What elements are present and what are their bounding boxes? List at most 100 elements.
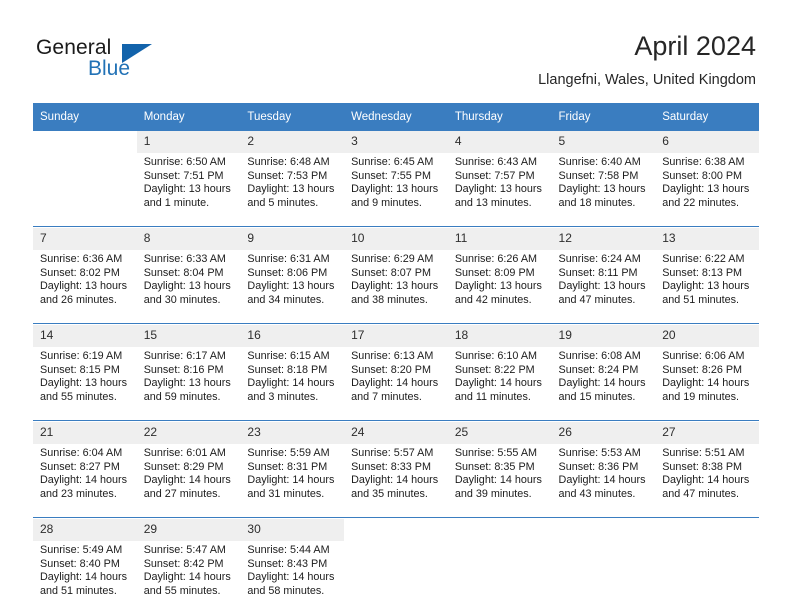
- daylight-text-line2: and 55 minutes.: [143, 584, 221, 597]
- daylight-text-line2: and 7 minutes.: [351, 390, 422, 403]
- calendar-day-cell[interactable]: 16 Sunrise: 6:15 AM Sunset: 8:18 PM Dayligh…: [240, 325, 345, 413]
- calendar-day-cell[interactable]: 8 Sunrise: 6:33 AM Sunset: 8:04 PM Daylight…: [136, 228, 241, 316]
- day-number: 22: [136, 422, 241, 444]
- calendar-day-cell[interactable]: 14 Sunrise: 6:19 AM Sunset: 8:15 PM Dayligh…: [33, 325, 137, 413]
- sunrise-text: Sunrise: 6:50 AM: [143, 156, 226, 168]
- day-cell-inner: 19 Sunrise: 6:08 AM Sunset: 8:24 PM Dayligh…: [551, 325, 656, 413]
- calendar-day-cell[interactable]: 27 Sunrise: 5:51 AM Sunset: 8:38 PM Dayligh…: [655, 422, 759, 510]
- calendar-day-cell[interactable]: 18 Sunrise: 6:10 AM Sunset: 8:22 PM Dayligh…: [447, 325, 552, 413]
- week-spacer: [33, 316, 759, 324]
- daylight-text-line1: Daylight: 14 hours: [351, 377, 439, 390]
- day-info: Sunrise: 6:26 AM Sunset: 8:09 PM Daylight:…: [448, 250, 552, 307]
- sunset-text: Sunset: 8:00 PM: [662, 169, 743, 182]
- sunrise-text: Sunrise: 6:24 AM: [558, 253, 641, 265]
- calendar-day-cell[interactable]: 13 Sunrise: 6:22 AM Sunset: 8:13 PM Dayligh…: [655, 228, 759, 316]
- calendar-day-cell[interactable]: 1 Sunrise: 6:50 AM Sunset: 7:51 PM Daylight…: [136, 131, 241, 219]
- sunrise-text: Sunrise: 6:33 AM: [143, 253, 226, 265]
- calendar-day-cell[interactable]: 20 Sunrise: 6:06 AM Sunset: 8:26 PM Dayligh…: [655, 325, 759, 413]
- sunrise-text: Sunrise: 6:40 AM: [558, 156, 641, 168]
- day-info: Sunrise: 6:10 AM Sunset: 8:22 PM Daylight:…: [448, 347, 552, 404]
- day-cell-inner: 11 Sunrise: 6:26 AM Sunset: 8:09 PM Dayligh…: [447, 228, 552, 316]
- calendar-day-cell[interactable]: 3 Sunrise: 6:45 AM Sunset: 7:55 PM Daylight…: [344, 131, 448, 219]
- calendar-day-cell[interactable]: 11 Sunrise: 6:26 AM Sunset: 8:09 PM Dayligh…: [447, 228, 552, 316]
- day-cell-inner: 3 Sunrise: 6:45 AM Sunset: 7:55 PM Daylight…: [344, 131, 448, 219]
- sunset-text: Sunset: 8:40 PM: [40, 557, 120, 570]
- sunset-text: Sunset: 8:22 PM: [454, 363, 535, 376]
- calendar-day-cell[interactable]: 24 Sunrise: 5:57 AM Sunset: 8:33 PM Dayligh…: [344, 422, 448, 510]
- calendar-week-row: 1 Sunrise: 6:50 AM Sunset: 7:51 PM Daylight…: [33, 131, 759, 219]
- daylight-text-line1: Daylight: 14 hours: [143, 474, 231, 487]
- sunset-text: Sunset: 7:57 PM: [454, 169, 535, 182]
- day-cell-inner: 14 Sunrise: 6:19 AM Sunset: 8:15 PM Dayligh…: [33, 325, 137, 413]
- general-blue-logo[interactable]: General Blue: [36, 36, 236, 86]
- calendar-day-cell[interactable]: 19 Sunrise: 6:08 AM Sunset: 8:24 PM Dayligh…: [551, 325, 656, 413]
- day-cell-inner: 15 Sunrise: 6:17 AM Sunset: 8:16 PM Dayligh…: [136, 325, 241, 413]
- day-number: 28: [33, 519, 137, 541]
- daylight-text-line1: Daylight: 13 hours: [351, 183, 439, 196]
- calendar-day-cell[interactable]: 7 Sunrise: 6:36 AM Sunset: 8:02 PM Daylight…: [33, 228, 137, 316]
- calendar-day-cell[interactable]: 6 Sunrise: 6:38 AM Sunset: 8:00 PM Daylight…: [655, 131, 759, 219]
- calendar-day-cell[interactable]: 23 Sunrise: 5:59 AM Sunset: 8:31 PM Dayligh…: [240, 422, 345, 510]
- calendar-day-cell[interactable]: 26 Sunrise: 5:53 AM Sunset: 8:36 PM Dayligh…: [551, 422, 656, 510]
- day-cell-inner: 20 Sunrise: 6:06 AM Sunset: 8:26 PM Dayligh…: [655, 325, 759, 413]
- calendar-day-cell[interactable]: 10 Sunrise: 6:29 AM Sunset: 8:07 PM Dayligh…: [344, 228, 448, 316]
- calendar-header-row: Sunday Monday Tuesday Wednesday Thursday…: [33, 103, 759, 131]
- day-info: Sunrise: 6:45 AM Sunset: 7:55 PM Daylight:…: [344, 153, 448, 210]
- calendar-day-cell[interactable]: 30 Sunrise: 5:44 AM Sunset: 8:43 PM Dayligh…: [240, 519, 345, 607]
- calendar-day-cell[interactable]: 15 Sunrise: 6:17 AM Sunset: 8:16 PM Dayligh…: [136, 325, 241, 413]
- daylight-text-line1: Daylight: 13 hours: [558, 280, 646, 293]
- sunrise-text: Sunrise: 6:31 AM: [247, 253, 330, 265]
- sunset-text: Sunset: 8:35 PM: [454, 460, 535, 473]
- day-info: Sunrise: 6:01 AM Sunset: 8:29 PM Daylight:…: [137, 444, 241, 501]
- calendar-day-cell[interactable]: 21 Sunrise: 6:04 AM Sunset: 8:27 PM Dayligh…: [33, 422, 137, 510]
- sunrise-text: Sunrise: 6:10 AM: [454, 350, 538, 362]
- day-cell-inner: 17 Sunrise: 6:13 AM Sunset: 8:20 PM Dayligh…: [344, 325, 448, 413]
- daylight-text-line2: and 19 minutes.: [662, 390, 740, 403]
- sunset-text: Sunset: 8:11 PM: [558, 266, 638, 279]
- calendar-day-cell[interactable]: 12 Sunrise: 6:24 AM Sunset: 8:11 PM Dayligh…: [551, 228, 656, 316]
- daylight-text-line1: Daylight: 13 hours: [662, 280, 750, 293]
- sunset-text: Sunset: 8:42 PM: [143, 557, 224, 570]
- sunrise-text: Sunrise: 6:08 AM: [558, 350, 641, 362]
- day-cell-inner: 26 Sunrise: 5:53 AM Sunset: 8:36 PM Dayligh…: [551, 422, 656, 510]
- day-cell-inner: 7 Sunrise: 6:36 AM Sunset: 8:02 PM Daylight…: [33, 228, 137, 316]
- daylight-text-line1: Daylight: 14 hours: [558, 377, 646, 390]
- sunset-text: Sunset: 8:18 PM: [247, 363, 328, 376]
- day-cell-inner: 9 Sunrise: 6:31 AM Sunset: 8:06 PM Daylight…: [240, 228, 345, 316]
- sunset-text: Sunset: 8:36 PM: [558, 460, 639, 473]
- calendar-day-cell[interactable]: 17 Sunrise: 6:13 AM Sunset: 8:20 PM Dayligh…: [344, 325, 448, 413]
- sunset-text: Sunset: 8:07 PM: [351, 266, 431, 279]
- title-block: April 2024 Llangefni, Wales, United King…: [538, 30, 756, 90]
- calendar-day-cell[interactable]: 4 Sunrise: 6:43 AM Sunset: 7:57 PM Daylight…: [447, 131, 552, 219]
- day-cell-inner: [448, 519, 552, 607]
- sunrise-text: Sunrise: 6:36 AM: [40, 253, 123, 265]
- sunset-text: Sunset: 8:27 PM: [40, 460, 120, 473]
- daylight-text-line1: Daylight: 13 hours: [454, 183, 542, 196]
- sunrise-text: Sunrise: 5:55 AM: [454, 447, 538, 459]
- daylight-text-line2: and 38 minutes.: [351, 293, 428, 306]
- calendar-day-cell[interactable]: 2 Sunrise: 6:48 AM Sunset: 7:53 PM Daylight…: [240, 131, 345, 219]
- calendar-day-cell[interactable]: 5 Sunrise: 6:40 AM Sunset: 7:58 PM Daylight…: [551, 131, 656, 219]
- sunrise-text: Sunrise: 5:51 AM: [662, 447, 745, 459]
- daylight-text-line1: Daylight: 13 hours: [247, 280, 335, 293]
- page-title: April 2024: [634, 31, 756, 61]
- calendar-day-cell[interactable]: 9 Sunrise: 6:31 AM Sunset: 8:06 PM Daylight…: [240, 228, 345, 316]
- location-subtitle: Llangefni, Wales, United Kingdom: [538, 72, 756, 88]
- daylight-text-line2: and 26 minutes.: [40, 293, 117, 306]
- day-number: 21: [33, 422, 137, 444]
- calendar-day-cell[interactable]: 25 Sunrise: 5:55 AM Sunset: 8:35 PM Dayligh…: [447, 422, 552, 510]
- sunrise-text: Sunrise: 6:48 AM: [247, 156, 330, 168]
- calendar-day-cell[interactable]: 29 Sunrise: 5:47 AM Sunset: 8:42 PM Dayligh…: [136, 519, 241, 607]
- daylight-text-line1: Daylight: 14 hours: [662, 377, 750, 390]
- daylight-text-line2: and 58 minutes.: [247, 584, 325, 597]
- sunset-text: Sunset: 8:16 PM: [143, 363, 224, 376]
- daylight-text-line1: Daylight: 14 hours: [558, 474, 646, 487]
- calendar-day-cell[interactable]: 28 Sunrise: 5:49 AM Sunset: 8:40 PM Dayligh…: [33, 519, 137, 607]
- day-number: 7: [33, 228, 137, 250]
- calendar-day-cell[interactable]: 22 Sunrise: 6:01 AM Sunset: 8:29 PM Dayligh…: [136, 422, 241, 510]
- sunrise-text: Sunrise: 5:57 AM: [351, 447, 434, 459]
- day-cell-inner: 22 Sunrise: 6:01 AM Sunset: 8:29 PM Dayligh…: [136, 422, 241, 510]
- calendar-body: 1 Sunrise: 6:50 AM Sunset: 7:51 PM Daylight…: [33, 131, 759, 607]
- daylight-text-line2: and 22 minutes.: [662, 196, 740, 209]
- day-cell-inner: 1 Sunrise: 6:50 AM Sunset: 7:51 PM Daylight…: [136, 131, 241, 219]
